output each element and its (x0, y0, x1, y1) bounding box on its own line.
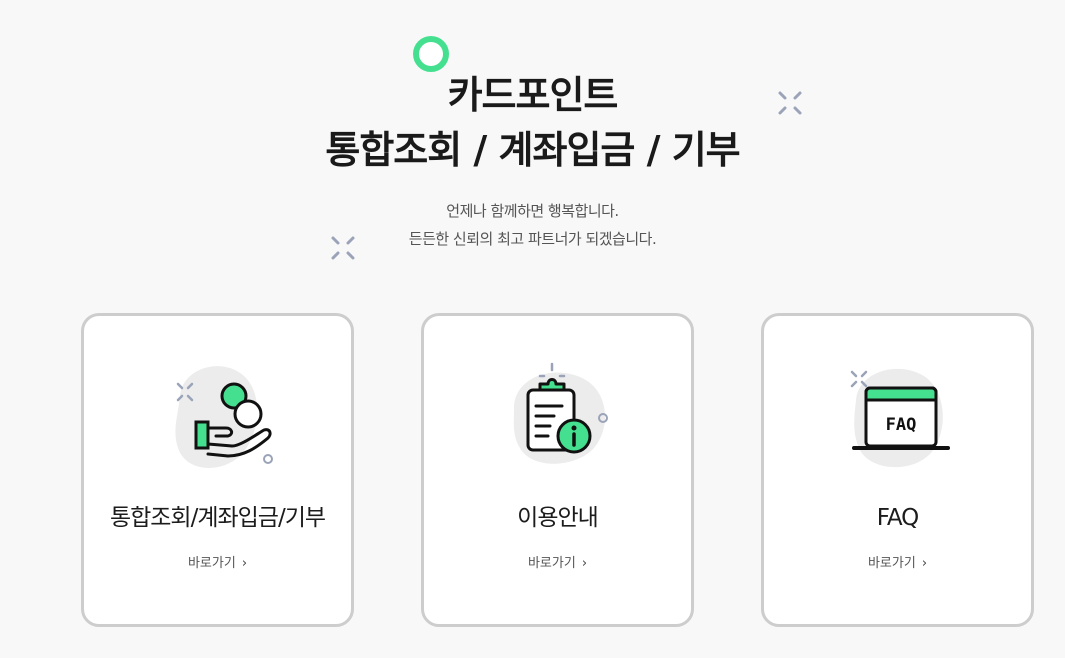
subtitle-line2: 든든한 신뢰의 최고 파트너가 되겠습니다. (408, 230, 657, 248)
chevron-right-icon: › (581, 556, 588, 571)
shortcut-link-label: 바로가기 (867, 556, 916, 571)
page: 카드포인트 통합조회 / 계좌입금 / 기부 언제나 함께하면 행복합니다. 든… (0, 0, 1065, 658)
chevron-right-icon: › (921, 556, 928, 571)
card-faq[interactable]: FAQ FAQ 바로가기 › (761, 313, 1034, 627)
card-point-inquiry[interactable]: 통합조회/계좌입금/기부 바로가기 › (81, 313, 354, 627)
shortcut-link[interactable]: 바로가기 › (84, 554, 351, 574)
faq-window-icon: FAQ (832, 356, 962, 476)
card-title: FAQ (876, 505, 920, 531)
hand-coin-icon (152, 356, 282, 476)
chevron-right-icon: › (241, 556, 248, 571)
page-title-line1: 카드포인트 (447, 73, 619, 117)
shortcut-link[interactable]: 바로가기 › (764, 554, 1031, 574)
shortcut-link[interactable]: 바로가기 › (424, 554, 691, 574)
card-usage-guide[interactable]: 이용안내 바로가기 › (421, 313, 694, 627)
clipboard-info-icon (492, 356, 622, 476)
shortcut-link-label: 바로가기 (527, 556, 576, 571)
card-title: 통합조회/계좌입금/기부 (109, 505, 326, 531)
faq-icon-text: FAQ (886, 415, 917, 435)
ring-decoration-icon (413, 36, 449, 72)
subtitle-line1: 언제나 함께하면 행복합니다. (446, 202, 619, 220)
page-title-line2: 통합조회 / 계좌입금 / 기부 (325, 128, 740, 172)
card-title: 이용안내 (517, 505, 599, 531)
shortcut-link-label: 바로가기 (187, 556, 236, 571)
